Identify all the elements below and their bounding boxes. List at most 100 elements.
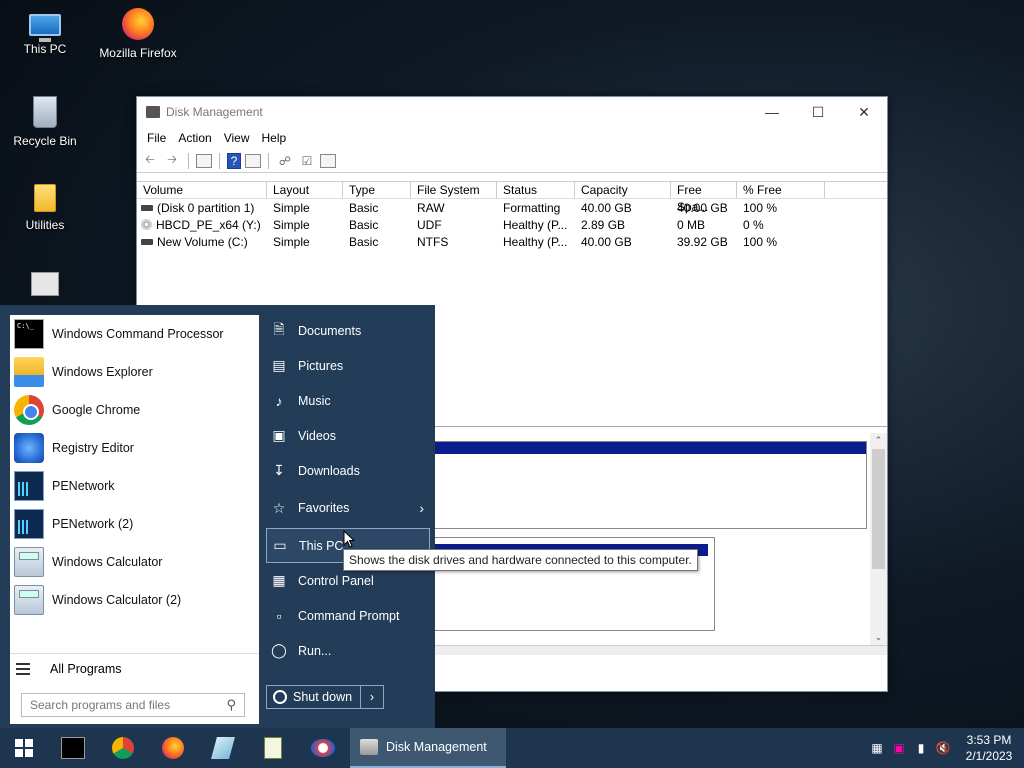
search-input[interactable] bbox=[30, 698, 227, 712]
title-bar[interactable]: Disk Management — ☐ ✕ bbox=[137, 97, 887, 127]
cell-status: Healthy (P... bbox=[503, 234, 568, 249]
chrome-icon bbox=[112, 737, 134, 759]
taskbar-paint[interactable] bbox=[298, 728, 348, 768]
cell-volume: HBCD_PE_x64 (Y:) bbox=[137, 218, 267, 232]
disk-0-partition-box[interactable] bbox=[427, 441, 867, 529]
start-search-box[interactable]: ⚲ bbox=[21, 693, 245, 717]
network-icon[interactable]: ▦ bbox=[866, 728, 888, 768]
cell-volume: (Disk 0 partition 1) bbox=[137, 201, 267, 215]
desktop-icon-settings[interactable] bbox=[0, 272, 90, 302]
properties-icon[interactable] bbox=[245, 153, 261, 168]
taskbar-cmd[interactable] bbox=[48, 728, 98, 768]
disk-management-icon bbox=[146, 106, 160, 118]
calculator-icon bbox=[14, 547, 44, 577]
start-item-favorites[interactable]: ☆ Favorites › bbox=[266, 488, 430, 528]
folder-icon bbox=[34, 184, 56, 212]
usb-icon[interactable]: ▮ bbox=[910, 728, 932, 768]
program-penetwork[interactable]: PENetwork bbox=[10, 467, 259, 505]
menu-file[interactable]: File bbox=[141, 131, 172, 145]
start-item-music[interactable]: ♪ Music bbox=[266, 383, 430, 418]
minimize-button[interactable]: — bbox=[749, 97, 795, 127]
desktop-icon-firefox[interactable]: Mozilla Firefox bbox=[93, 8, 183, 60]
program-windows-calculator-2[interactable]: Windows Calculator (2) bbox=[10, 581, 259, 619]
table-row[interactable]: New Volume (C:) Simple Basic NTFS Health… bbox=[137, 233, 887, 250]
start-item-documents[interactable]: 🗎 Documents bbox=[266, 313, 430, 348]
column-status[interactable]: Status bbox=[497, 182, 575, 198]
cell-volume: New Volume (C:) bbox=[137, 235, 267, 249]
connect-icon[interactable]: ☍ bbox=[276, 153, 294, 169]
start-button[interactable] bbox=[0, 728, 48, 768]
start-item-label: Videos bbox=[298, 428, 336, 443]
table-row[interactable]: (Disk 0 partition 1) Simple Basic RAW Fo… bbox=[137, 199, 887, 216]
table-row[interactable]: HBCD_PE_x64 (Y:) Simple Basic UDF Health… bbox=[137, 216, 887, 233]
start-item-label: Music bbox=[298, 393, 331, 408]
cmd-icon bbox=[14, 319, 44, 349]
shutdown-button[interactable]: Shut down bbox=[267, 686, 361, 708]
paint-icon bbox=[311, 739, 335, 757]
scrollbar-thumb[interactable] bbox=[872, 449, 885, 569]
task-label: Disk Management bbox=[386, 740, 487, 754]
program-penetwork-2[interactable]: PENetwork (2) bbox=[10, 505, 259, 543]
column-percent-free[interactable]: % Free bbox=[737, 182, 825, 198]
menu-view[interactable]: View bbox=[218, 131, 256, 145]
toolbar: 🡠 🡢 ? ☍ ☑ bbox=[137, 149, 887, 173]
control-panel-icon: ▦ bbox=[272, 572, 286, 588]
back-icon[interactable]: 🡠 bbox=[141, 152, 159, 169]
start-item-run[interactable]: ◯ Run... bbox=[266, 633, 430, 668]
column-type[interactable]: Type bbox=[343, 182, 411, 198]
maximize-button[interactable]: ☐ bbox=[795, 97, 841, 127]
taskbar-explorer[interactable] bbox=[198, 728, 248, 768]
search-icon[interactable]: ⚲ bbox=[226, 697, 236, 713]
start-item-pictures[interactable]: ▤ Pictures bbox=[266, 348, 430, 383]
program-windows-command-processor[interactable]: Windows Command Processor bbox=[10, 315, 259, 353]
close-button[interactable]: ✕ bbox=[841, 97, 887, 127]
program-label: Windows Command Processor bbox=[52, 327, 224, 341]
menu-help[interactable]: Help bbox=[256, 131, 293, 145]
taskbar-firefox[interactable] bbox=[148, 728, 198, 768]
cell-type: Basic bbox=[349, 200, 379, 215]
show-hide-tree-icon[interactable] bbox=[196, 153, 212, 168]
desktop-icon-utilities[interactable]: Utilities bbox=[0, 184, 90, 232]
clock[interactable]: 3:53 PM 2/1/2023 bbox=[954, 732, 1024, 764]
forward-icon[interactable]: 🡢 bbox=[163, 152, 181, 169]
program-google-chrome[interactable]: Google Chrome bbox=[10, 391, 259, 429]
windows-logo-icon bbox=[15, 739, 33, 757]
start-item-command-prompt[interactable]: ▫ Command Prompt bbox=[266, 598, 430, 633]
explorer-icon bbox=[14, 357, 44, 387]
checklist-icon[interactable]: ☑ bbox=[298, 153, 316, 169]
chrome-icon bbox=[14, 395, 44, 425]
column-volume[interactable]: Volume bbox=[137, 182, 267, 198]
display-icon[interactable]: ▣ bbox=[888, 728, 910, 768]
taskbar-task-disk-management[interactable]: Disk Management bbox=[350, 728, 506, 768]
cell-layout: Simple bbox=[273, 200, 310, 215]
column-layout[interactable]: Layout bbox=[267, 182, 343, 198]
program-windows-explorer[interactable]: Windows Explorer bbox=[10, 353, 259, 391]
taskbar-chrome[interactable] bbox=[98, 728, 148, 768]
list-icon[interactable] bbox=[320, 153, 336, 168]
toolbar-separator bbox=[188, 152, 189, 169]
volume-muted-icon[interactable]: 🔇 bbox=[932, 728, 954, 768]
column-free-space[interactable]: Free Spa... bbox=[671, 182, 737, 214]
vertical-scrollbar[interactable]: ⌃ ⌄ bbox=[870, 433, 887, 645]
column-capacity[interactable]: Capacity bbox=[575, 182, 671, 198]
column-file-system[interactable]: File System bbox=[411, 182, 497, 198]
desktop-icon-recycle-bin[interactable]: Recycle Bin bbox=[0, 96, 90, 148]
video-icon: ▣ bbox=[272, 427, 286, 443]
taskbar-notepad[interactable] bbox=[248, 728, 298, 768]
menu-action[interactable]: Action bbox=[172, 131, 217, 145]
help-icon[interactable]: ? bbox=[227, 152, 241, 169]
toolbar-separator bbox=[219, 152, 220, 169]
menu-bar: File Action View Help bbox=[137, 127, 887, 149]
scroll-down-icon[interactable]: ⌄ bbox=[870, 632, 887, 643]
desktop-icon-this-pc[interactable]: This PC bbox=[0, 8, 90, 56]
program-registry-editor[interactable]: Registry Editor bbox=[10, 429, 259, 467]
all-programs-button[interactable]: All Programs bbox=[10, 653, 259, 683]
program-label: PENetwork (2) bbox=[52, 517, 134, 531]
document-icon: 🗎 bbox=[273, 320, 285, 337]
scroll-up-icon[interactable]: ⌃ bbox=[870, 435, 887, 446]
start-item-videos[interactable]: ▣ Videos bbox=[266, 418, 430, 453]
start-item-downloads[interactable]: ↧ Downloads bbox=[266, 453, 430, 488]
start-item-label: Documents bbox=[298, 323, 362, 338]
program-windows-calculator[interactable]: Windows Calculator bbox=[10, 543, 259, 581]
shutdown-options-button[interactable]: › bbox=[361, 686, 383, 708]
